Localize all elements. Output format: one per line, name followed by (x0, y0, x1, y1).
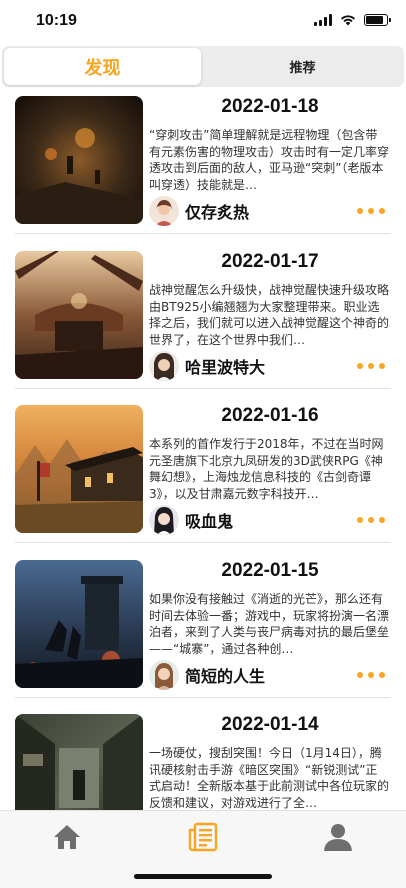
author-name: 仅存炙热 (185, 203, 250, 222)
article-thumbnail (15, 96, 143, 224)
tab-home[interactable] (47, 819, 87, 855)
avatar (149, 505, 179, 535)
more-dots-icon[interactable] (357, 517, 385, 523)
status-icons (314, 14, 391, 26)
article-date: 2022-01-15 (221, 560, 319, 581)
more-dots-icon[interactable] (357, 208, 385, 214)
author-name: 哈里波特大 (185, 358, 266, 377)
article-date: 2022-01-14 (221, 714, 319, 735)
article-author[interactable]: 哈里波特大 (149, 351, 265, 381)
avatar (149, 351, 179, 381)
article-thumbnail (15, 251, 143, 379)
tab-news[interactable] (183, 819, 223, 855)
article-card[interactable]: 2022-01-16 本系列的首作发行于2018年，不过在当时网元圣唐旗下北京九… (15, 405, 391, 545)
news-icon (188, 822, 218, 852)
article-excerpt: “穿刺攻击”简单理解就是远程物理（包含带有元素伤害的物理攻击）攻击时有一定几率穿… (149, 128, 389, 192)
article-date: 2022-01-16 (221, 405, 319, 426)
article-feed[interactable]: 2022-01-18 “穿刺攻击”简单理解就是远程物理（包含带有元素伤害的物理攻… (0, 96, 406, 810)
divider (15, 388, 391, 389)
divider (15, 233, 391, 234)
article-excerpt: 本系列的首作发行于2018年，不过在当时网元圣唐旗下北京九凤研发的3D武侠RPG… (149, 437, 384, 501)
author-name: 简短的人生 (185, 667, 266, 686)
cellular-signal-icon (314, 14, 332, 26)
article-author[interactable]: 简短的人生 (149, 660, 265, 690)
article-excerpt: 一场硬仗，搜刮突围！今日（1月14日），腾讯硬核射击手游《暗区突围》“新锐测试”… (149, 746, 389, 810)
article-card[interactable]: 2022-01-15 如果你没有接触过《消逝的光芒》，那么还有时间去体验一番；游… (15, 560, 391, 700)
tab-discover[interactable]: 发现 (4, 48, 201, 85)
battery-icon (364, 14, 391, 26)
tab-profile[interactable] (318, 819, 358, 855)
home-indicator (134, 874, 272, 879)
article-author[interactable]: 吸血鬼 (149, 505, 233, 535)
tab-recommend[interactable]: 推荐 (203, 48, 402, 85)
divider (15, 697, 391, 698)
article-card[interactable]: 2022-01-14 一场硬仗，搜刮突围！今日（1月14日），腾讯硬核射击手游《… (15, 714, 391, 810)
article-thumbnail (15, 714, 143, 810)
battery-level (366, 16, 383, 24)
avatar (149, 196, 179, 226)
segment-tabs: 发现 推荐 (2, 46, 404, 87)
divider (15, 542, 391, 543)
article-card[interactable]: 2022-01-17 战神觉醒怎么升级快，战神觉醒快速升级攻略由BT925小编翘… (15, 251, 391, 391)
article-excerpt: 战神觉醒怎么升级快，战神觉醒快速升级攻略由BT925小编翘翘为大家整理带来。职业… (149, 283, 389, 347)
home-icon (54, 825, 80, 849)
author-name: 吸血鬼 (185, 512, 234, 531)
status-time: 10:19 (36, 12, 77, 29)
article-excerpt: 如果你没有接触过《消逝的光芒》，那么还有时间去体验一番；游戏中，玩家将扮演一名漂… (149, 592, 389, 656)
more-dots-icon[interactable] (357, 363, 385, 369)
article-date: 2022-01-17 (221, 251, 319, 272)
more-dots-icon[interactable] (357, 672, 385, 678)
article-author[interactable]: 仅存炙热 (149, 196, 249, 226)
article-card[interactable]: 2022-01-18 “穿刺攻击”简单理解就是远程物理（包含带有元素伤害的物理攻… (15, 96, 391, 236)
article-date: 2022-01-18 (221, 96, 319, 117)
profile-icon (324, 824, 352, 851)
article-thumbnail (15, 560, 143, 688)
status-bar: 10:19 (0, 0, 406, 44)
wifi-icon (341, 15, 355, 26)
avatar (149, 660, 179, 690)
article-thumbnail (15, 405, 143, 533)
